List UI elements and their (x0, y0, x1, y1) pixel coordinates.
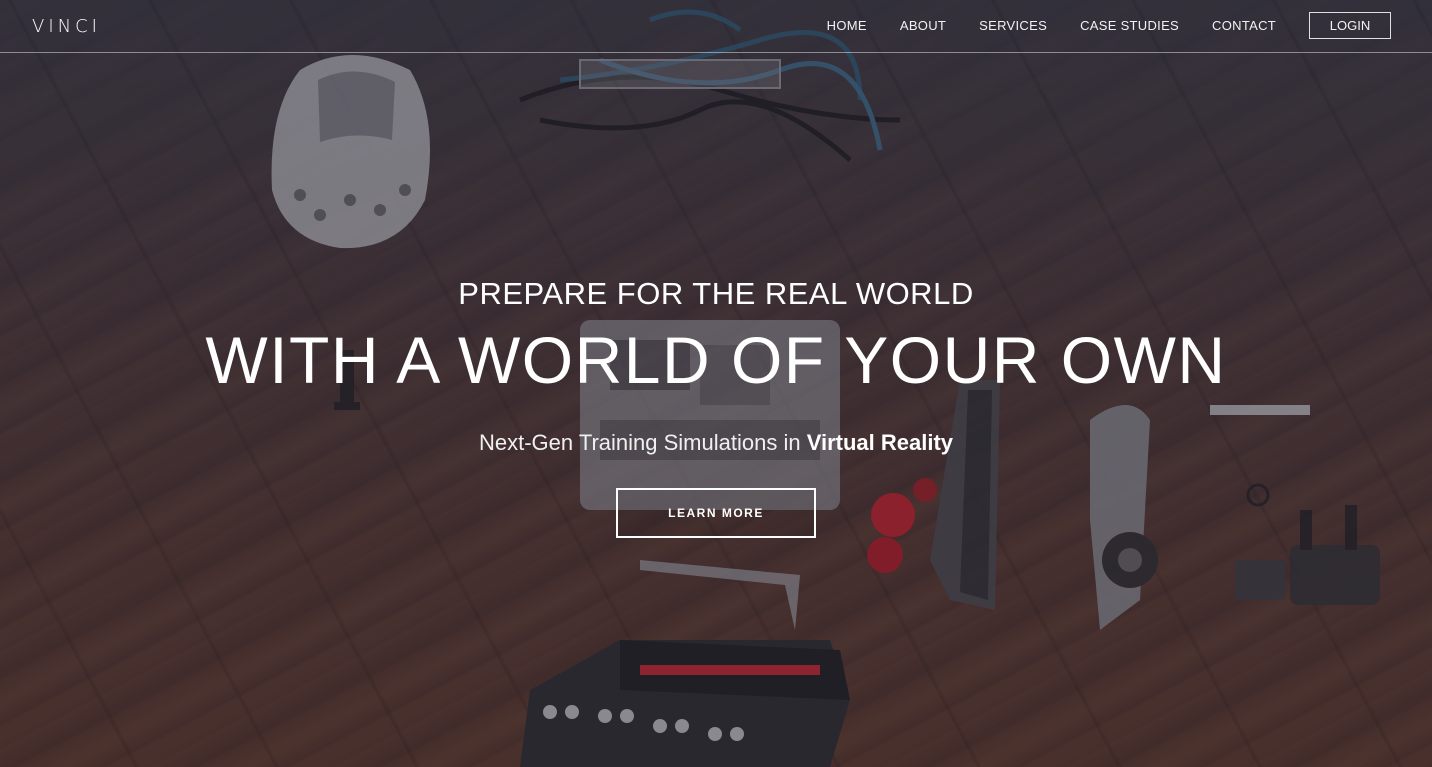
nav-case-studies[interactable]: CASE STUDIES (1080, 18, 1179, 33)
login-button[interactable]: LOGIN (1309, 11, 1391, 39)
main-nav: HOME ABOUT SERVICES CASE STUDIES CONTACT… (827, 0, 1432, 50)
vinci-logo[interactable]: VINCI (32, 16, 101, 37)
learn-more-button[interactable]: LEARN MORE (616, 488, 816, 538)
nav-contact[interactable]: CONTACT (1212, 18, 1276, 33)
hero-subtitle-emphasis: Virtual Reality (806, 430, 954, 455)
nav-about[interactable]: ABOUT (900, 18, 946, 33)
nav-services[interactable]: SERVICES (979, 18, 1047, 33)
hero-subtitle-text: Next-Gen Training Simulations in (478, 430, 807, 455)
hero-tagline: PREPARE FOR THE REAL WORLD (458, 276, 974, 311)
hero-headline: WITH A WORLD OF YOUR OWN (205, 323, 1227, 397)
hero-subtitle: Next-Gen Training Simulations in Virtual… (0, 430, 1432, 456)
top-navbar: VINCI HOME ABOUT SERVICES CASE STUDIES C… (0, 0, 1432, 53)
nav-home[interactable]: HOME (827, 18, 867, 33)
